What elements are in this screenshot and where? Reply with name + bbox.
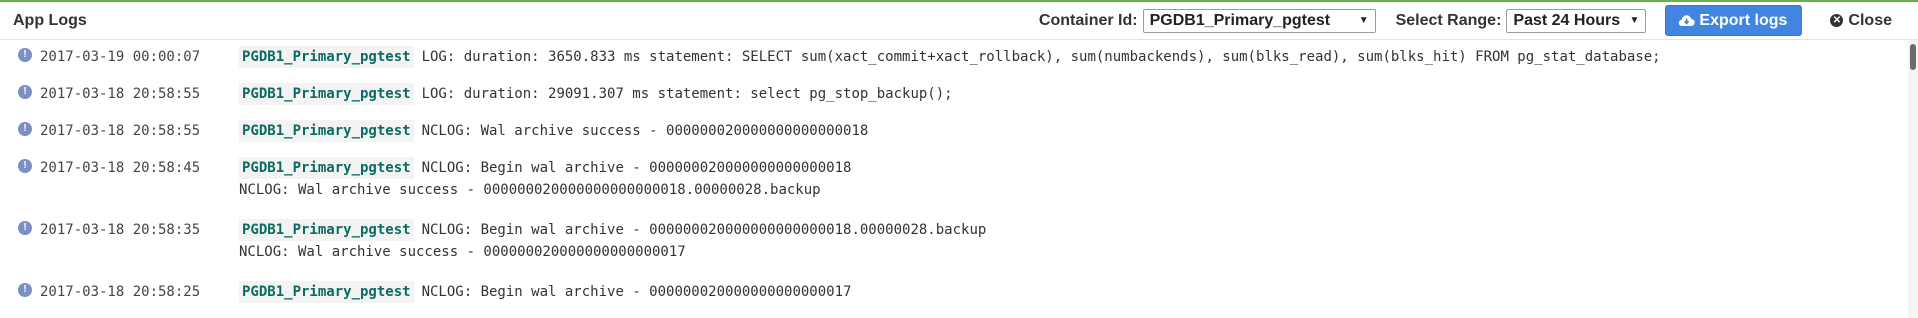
log-body: PGDB1_Primary_pgtest NCLOG: Begin wal arc… xyxy=(239,156,851,203)
info-circle-icon: ! xyxy=(18,283,32,297)
log-entry: ! 2017-03-18 20:58:55 PGDB1_Primary_pgtest… xyxy=(0,119,868,144)
log-body: PGDB1_Primary_pgtest LOG: duration: 3650.… xyxy=(239,45,1661,70)
container-id-value: PGDB1_Primary_pgtest xyxy=(1149,11,1331,29)
log-body: PGDB1_Primary_pgtest LOG: duration: 29091… xyxy=(239,82,953,107)
log-list: ! 2017-03-19 00:00:07 PGDB1_Primary_pgtest… xyxy=(0,40,1918,318)
info-circle-icon: ! xyxy=(18,48,32,62)
range-select[interactable]: Past 24 Hours ▼ xyxy=(1506,8,1647,33)
vertical-scrollbar[interactable] xyxy=(1908,40,1918,318)
log-body: PGDB1_Primary_pgtest NCLOG: Wal archive s… xyxy=(239,119,868,144)
info-circle-icon: ! xyxy=(18,122,32,136)
log-timestamp: 2017-03-18 20:58:25 xyxy=(40,284,201,300)
log-line: PGDB1_Primary_pgtest LOG: duration: 3650.… xyxy=(239,45,1661,70)
log-timestamp: 2017-03-18 20:58:55 xyxy=(40,86,201,102)
log-timestamp: 2017-03-19 00:00:07 xyxy=(40,49,201,65)
export-logs-button[interactable]: Export logs xyxy=(1665,5,1803,36)
log-entry: ! 2017-03-18 20:58:55 PGDB1_Primary_pgtest… xyxy=(0,82,953,107)
container-tag: PGDB1_Primary_pgtest xyxy=(239,46,414,68)
container-tag: PGDB1_Primary_pgtest xyxy=(239,219,414,241)
log-message: NCLOG: Wal archive success - 00000002000… xyxy=(239,244,686,260)
log-line: PGDB1_Primary_pgtest LOG: duration: 29091… xyxy=(239,82,953,107)
close-button[interactable]: ✕ Close xyxy=(1830,12,1892,30)
scrollbar-thumb[interactable] xyxy=(1910,44,1916,70)
log-message: LOG: duration: 3650.833 ms statement: SE… xyxy=(421,49,1661,65)
log-timestamp: 2017-03-18 20:58:55 xyxy=(40,123,201,139)
log-line: PGDB1_Primary_pgtest NCLOG: Wal archive s… xyxy=(239,119,868,144)
app-logs-window: App Logs Container Id: PGDB1_Primary_pgt… xyxy=(0,0,1918,318)
log-message: NCLOG: Begin wal archive - 0000000200000… xyxy=(421,160,852,176)
page-title: App Logs xyxy=(13,11,87,29)
caret-down-icon: ▼ xyxy=(1358,15,1369,26)
info-circle-icon: ! xyxy=(18,85,32,99)
log-entry: ! 2017-03-18 20:58:25 PGDB1_Primary_pgtest… xyxy=(0,280,851,305)
range-value: Past 24 Hours xyxy=(1513,11,1621,29)
log-body: PGDB1_Primary_pgtest NCLOG: Begin wal arc… xyxy=(239,280,851,305)
log-message: LOG: duration: 29091.307 ms statement: s… xyxy=(421,86,953,102)
info-circle-icon: ! xyxy=(18,159,32,173)
log-body: PGDB1_Primary_pgtest NCLOG: Begin wal arc… xyxy=(239,218,986,265)
cloud-download-icon xyxy=(1679,15,1696,26)
header-bar: App Logs Container Id: PGDB1_Primary_pgt… xyxy=(0,2,1918,40)
log-message: NCLOG: Wal archive success - 00000002000… xyxy=(239,182,821,198)
container-tag: PGDB1_Primary_pgtest xyxy=(239,281,414,303)
export-logs-label: Export logs xyxy=(1699,11,1788,29)
log-entry: ! 2017-03-19 00:00:07 PGDB1_Primary_pgtest… xyxy=(0,45,1661,70)
close-circle-icon: ✕ xyxy=(1830,14,1844,27)
log-entry: ! 2017-03-18 20:58:45 PGDB1_Primary_pgtest… xyxy=(0,156,851,203)
log-entry: ! 2017-03-18 20:58:35 PGDB1_Primary_pgtest… xyxy=(0,218,986,265)
container-tag: PGDB1_Primary_pgtest xyxy=(239,157,414,179)
log-timestamp: 2017-03-18 20:58:45 xyxy=(40,160,201,176)
container-tag: PGDB1_Primary_pgtest xyxy=(239,83,414,105)
log-timestamp: 2017-03-18 20:58:35 xyxy=(40,222,201,238)
log-message: NCLOG: Begin wal archive - 0000000200000… xyxy=(421,222,987,238)
log-message: NCLOG: Wal archive success - 00000002000… xyxy=(421,123,869,139)
select-range-label: Select Range: xyxy=(1395,11,1502,29)
close-label: Close xyxy=(1848,11,1892,29)
info-circle-icon: ! xyxy=(18,221,32,235)
container-id-label: Container Id: xyxy=(1038,11,1138,29)
container-id-select[interactable]: PGDB1_Primary_pgtest ▼ xyxy=(1142,8,1376,33)
log-line: PGDB1_Primary_pgtest NCLOG: Begin wal arc… xyxy=(239,280,851,305)
log-message: NCLOG: Begin wal archive - 0000000200000… xyxy=(421,284,852,300)
caret-down-icon: ▼ xyxy=(1629,15,1640,26)
container-tag: PGDB1_Primary_pgtest xyxy=(239,120,414,142)
